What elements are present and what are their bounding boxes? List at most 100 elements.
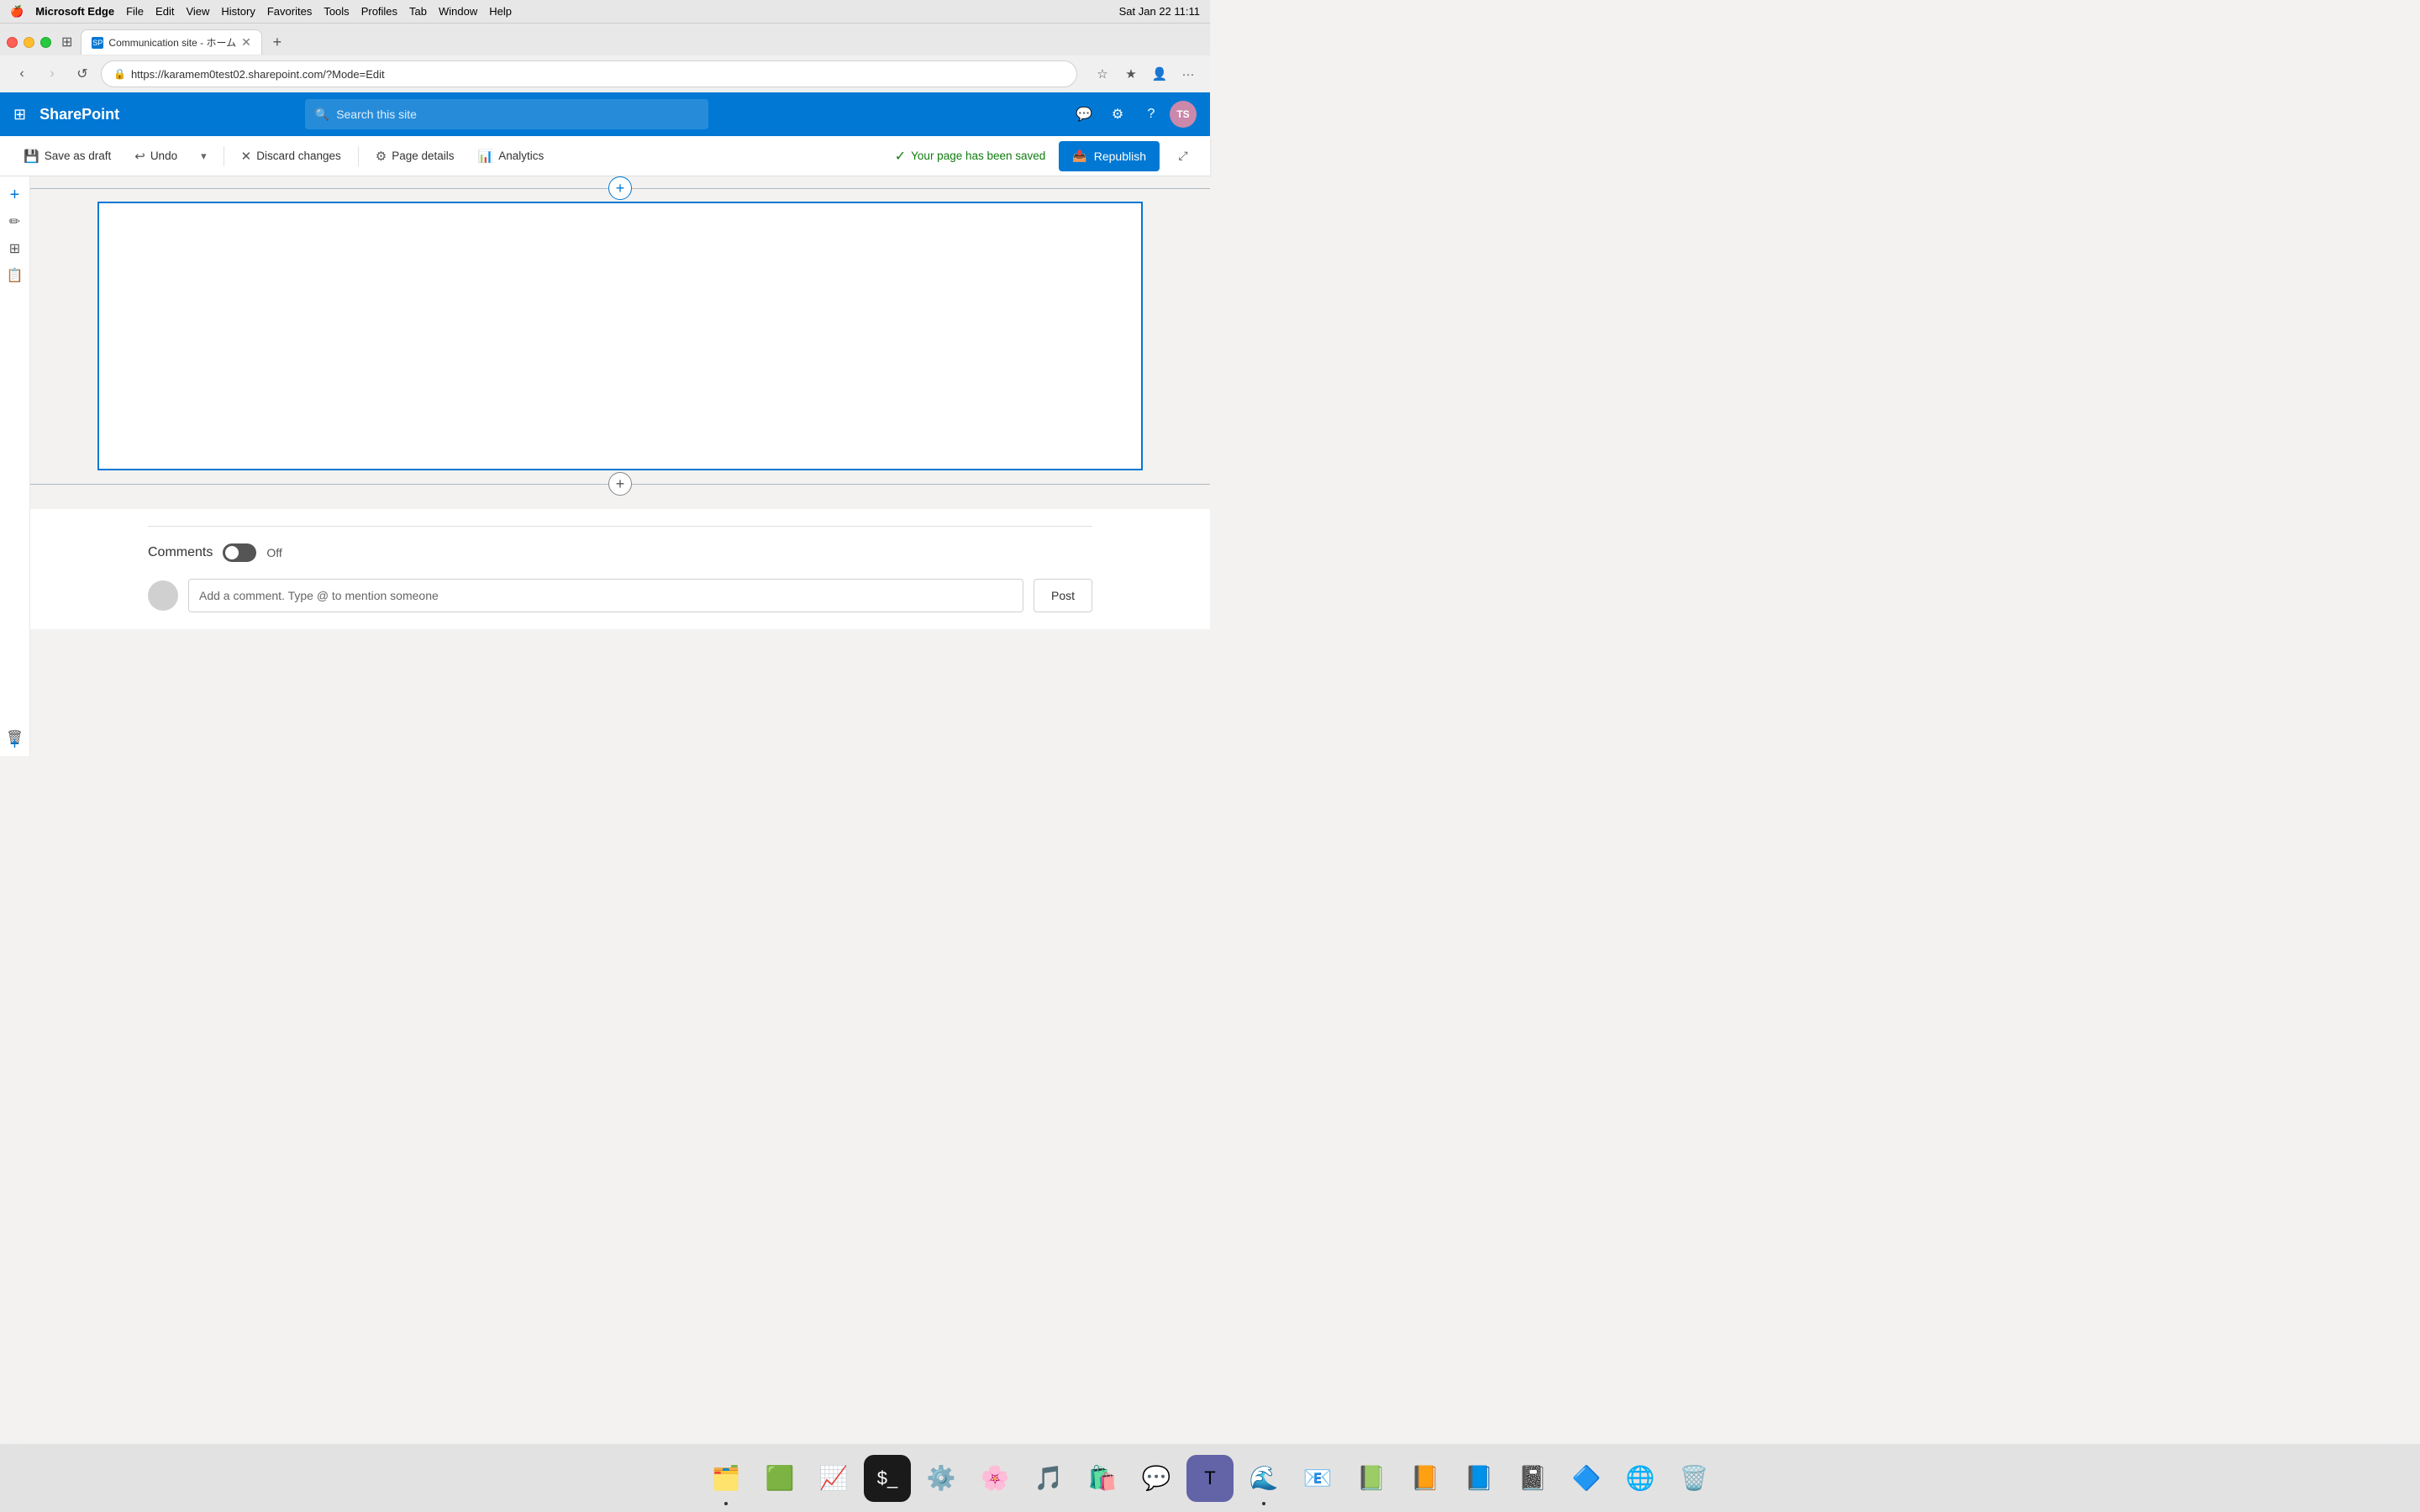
page-details-button[interactable]: ⚙ Page details	[366, 144, 465, 169]
check-icon: ✓	[895, 148, 906, 165]
dock-trash[interactable]: 🗑️	[1670, 1455, 1718, 1502]
dock-music[interactable]: 🎵	[1025, 1455, 1072, 1502]
tab-close-button[interactable]: ✕	[241, 35, 251, 50]
help-icon[interactable]: ?	[1136, 99, 1166, 129]
undo-dropdown-button[interactable]: ▾	[191, 144, 217, 168]
discard-changes-button[interactable]: ✕ Discard changes	[231, 144, 351, 169]
mac-dock: 🗂️ 🟩 📈 $_ ⚙️ 🌸 🎵 🛍️ 💬 T 🌊 📧 📗 📙 📘 📓 🔷 🌐 …	[0, 1443, 2420, 1512]
dock-line[interactable]: 💬	[1133, 1455, 1180, 1502]
comment-input-row: Add a comment. Type @ to mention someone…	[148, 579, 1092, 612]
comments-section: Comments Off Add a comment. Type @ to me…	[30, 509, 1210, 629]
maximize-traffic-light[interactable]	[40, 37, 51, 48]
dock-chrome[interactable]: 🌐	[1617, 1455, 1664, 1502]
tab-menu[interactable]: Tab	[409, 5, 427, 18]
close-traffic-light[interactable]	[7, 37, 18, 48]
view-menu[interactable]: View	[186, 5, 209, 18]
discard-icon: ✕	[241, 149, 252, 164]
dock-powerpoint[interactable]: 📙	[1402, 1455, 1449, 1502]
dock-system-preferences[interactable]: ⚙️	[918, 1455, 965, 1502]
window-menu[interactable]: Window	[439, 5, 477, 18]
sidebar-bottom-add-button[interactable]: +	[3, 732, 27, 756]
dock-activity-monitor[interactable]: 📈	[810, 1455, 857, 1502]
forward-button[interactable]: ›	[40, 62, 64, 86]
comment-post-button[interactable]: Post	[1034, 579, 1092, 612]
add-section-bottom-button[interactable]: +	[608, 472, 632, 496]
settings-icon[interactable]: ⚙	[1102, 99, 1133, 129]
history-menu[interactable]: History	[221, 5, 255, 18]
tools-menu[interactable]: Tools	[324, 5, 349, 18]
save-draft-button[interactable]: 💾 Save as draft	[13, 144, 121, 169]
active-browser-tab[interactable]: SP Communication site - ホーム ✕	[81, 29, 261, 55]
collections-icon[interactable]: ★	[1119, 62, 1143, 86]
help-menu[interactable]: Help	[489, 5, 512, 18]
republish-button[interactable]: 📤 Republish	[1059, 141, 1160, 171]
toggle-thumb	[225, 546, 239, 559]
dock-excel[interactable]: 📗	[1348, 1455, 1395, 1502]
page-details-label: Page details	[392, 150, 454, 162]
tab-title: Communication site - ホーム	[108, 35, 236, 50]
saved-message: Your page has been saved	[911, 150, 1045, 162]
more-options-icon[interactable]: ···	[1176, 62, 1200, 86]
dock-edge[interactable]: 🌊	[1240, 1455, 1287, 1502]
apps-grid-icon[interactable]: ⊞	[61, 34, 72, 50]
dock-word[interactable]: 📘	[1455, 1455, 1502, 1502]
edit-menu[interactable]: Edit	[155, 5, 174, 18]
add-section-top-button[interactable]: +	[608, 176, 632, 200]
dock-outlook[interactable]: 📧	[1294, 1455, 1341, 1502]
mac-menubar: 🍎 Microsoft Edge File Edit View History …	[0, 0, 1210, 24]
dock-onenote[interactable]: 📓	[1509, 1455, 1556, 1502]
traffic-lights	[7, 37, 51, 48]
dock-app-store[interactable]: 🛍️	[1079, 1455, 1126, 1502]
minimize-traffic-light[interactable]	[24, 37, 34, 48]
app-name-menu[interactable]: Microsoft Edge	[35, 5, 114, 18]
tab-favicon: SP	[92, 37, 103, 49]
comment-input-field[interactable]: Add a comment. Type @ to mention someone	[188, 579, 1023, 612]
search-bar[interactable]: 🔍 Search this site	[305, 99, 708, 129]
back-button[interactable]: ‹	[10, 62, 34, 86]
analytics-button[interactable]: 📊 Analytics	[468, 144, 555, 169]
page-section[interactable]	[97, 202, 1143, 470]
sidebar-edit-icon[interactable]: ✏	[3, 210, 27, 234]
sidebar-pages-icon[interactable]: 📋	[3, 264, 27, 287]
file-menu[interactable]: File	[126, 5, 144, 18]
add-section-bottom[interactable]: +	[30, 472, 1210, 496]
new-tab-button[interactable]: +	[266, 30, 289, 54]
dock-terminal[interactable]: $_	[864, 1455, 911, 1502]
url-bar[interactable]: 🔒 https://karamem0test02.sharepoint.com/…	[101, 60, 1077, 87]
comments-toggle[interactable]	[223, 543, 256, 562]
main-content-area: + ✏ ⊞ 📋 🗑 + + +	[0, 176, 1210, 756]
refresh-button[interactable]: ↺	[71, 62, 94, 86]
comments-title: Comments	[148, 545, 213, 560]
dock-photos[interactable]: 🌸	[971, 1455, 1018, 1502]
add-section-top[interactable]: +	[30, 176, 1210, 200]
dock-launchpad[interactable]: 🟩	[756, 1455, 803, 1502]
analytics-label: Analytics	[498, 150, 544, 162]
sidebar-sections-icon[interactable]: ⊞	[3, 237, 27, 260]
waffle-icon[interactable]: ⊞	[13, 106, 26, 123]
lock-icon: 🔒	[113, 68, 126, 80]
expand-button[interactable]: ⤢	[1170, 143, 1197, 170]
user-avatar[interactable]: TS	[1170, 101, 1197, 128]
sharepoint-header: ⊞ SharePoint 🔍 Search this site 💬 ⚙ ? TS	[0, 92, 1210, 136]
dock-teams[interactable]: T	[1186, 1455, 1234, 1502]
profiles-menu[interactable]: Profiles	[361, 5, 397, 18]
comments-off-label: Off	[266, 546, 281, 559]
analytics-icon: 📊	[478, 149, 494, 164]
notifications-icon[interactable]: 💬	[1069, 99, 1099, 129]
republish-label: Republish	[1094, 150, 1146, 163]
favorites-icon[interactable]: ☆	[1091, 62, 1114, 86]
dock-finder[interactable]: 🗂️	[702, 1455, 750, 1502]
undo-button[interactable]: ↩ Undo	[124, 144, 187, 169]
sharepoint-logo[interactable]: SharePoint	[39, 106, 119, 123]
save-draft-icon: 💾	[24, 149, 39, 164]
menubar-time: Sat Jan 22 11:11	[1119, 5, 1200, 18]
dock-vscode[interactable]: 🔷	[1563, 1455, 1610, 1502]
sidebar-add-button[interactable]: +	[3, 183, 27, 207]
favorites-menu[interactable]: Favorites	[267, 5, 312, 18]
comments-divider	[148, 526, 1092, 527]
discard-label: Discard changes	[256, 150, 341, 162]
republish-icon: 📤	[1072, 149, 1086, 163]
comment-placeholder: Add a comment. Type @ to mention someone	[199, 589, 439, 602]
apple-menu[interactable]: 🍎	[10, 5, 24, 18]
profile-icon[interactable]: 👤	[1148, 62, 1171, 86]
